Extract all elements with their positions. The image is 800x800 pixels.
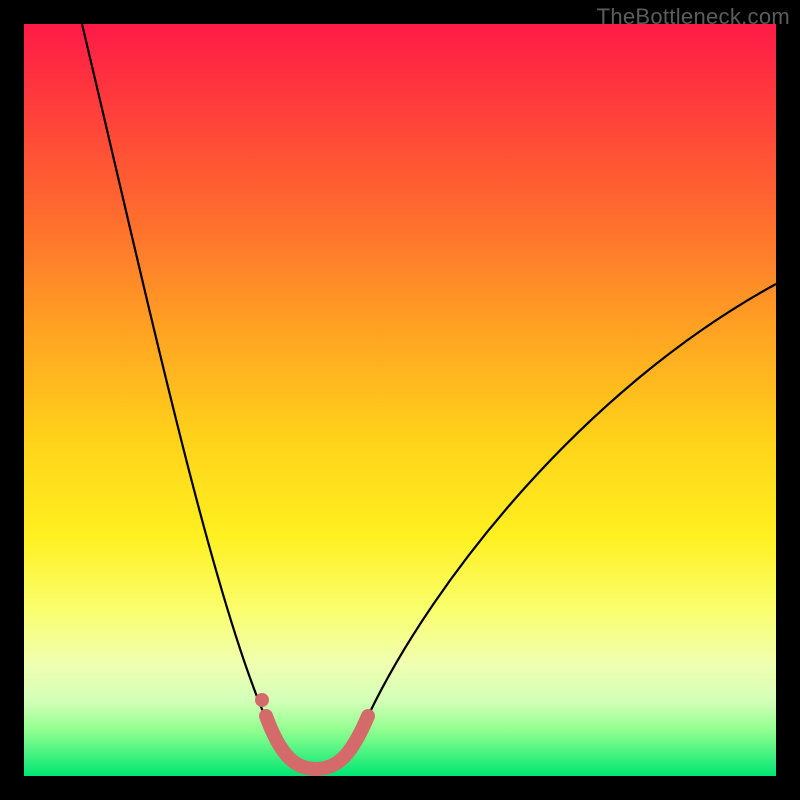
fit-quality-band	[266, 716, 368, 769]
chart-frame	[24, 24, 776, 776]
watermark-text: TheBottleneck.com	[597, 4, 790, 30]
curve-layer	[24, 24, 776, 776]
bottleneck-curve	[82, 24, 776, 769]
fit-quality-dot	[255, 693, 269, 707]
